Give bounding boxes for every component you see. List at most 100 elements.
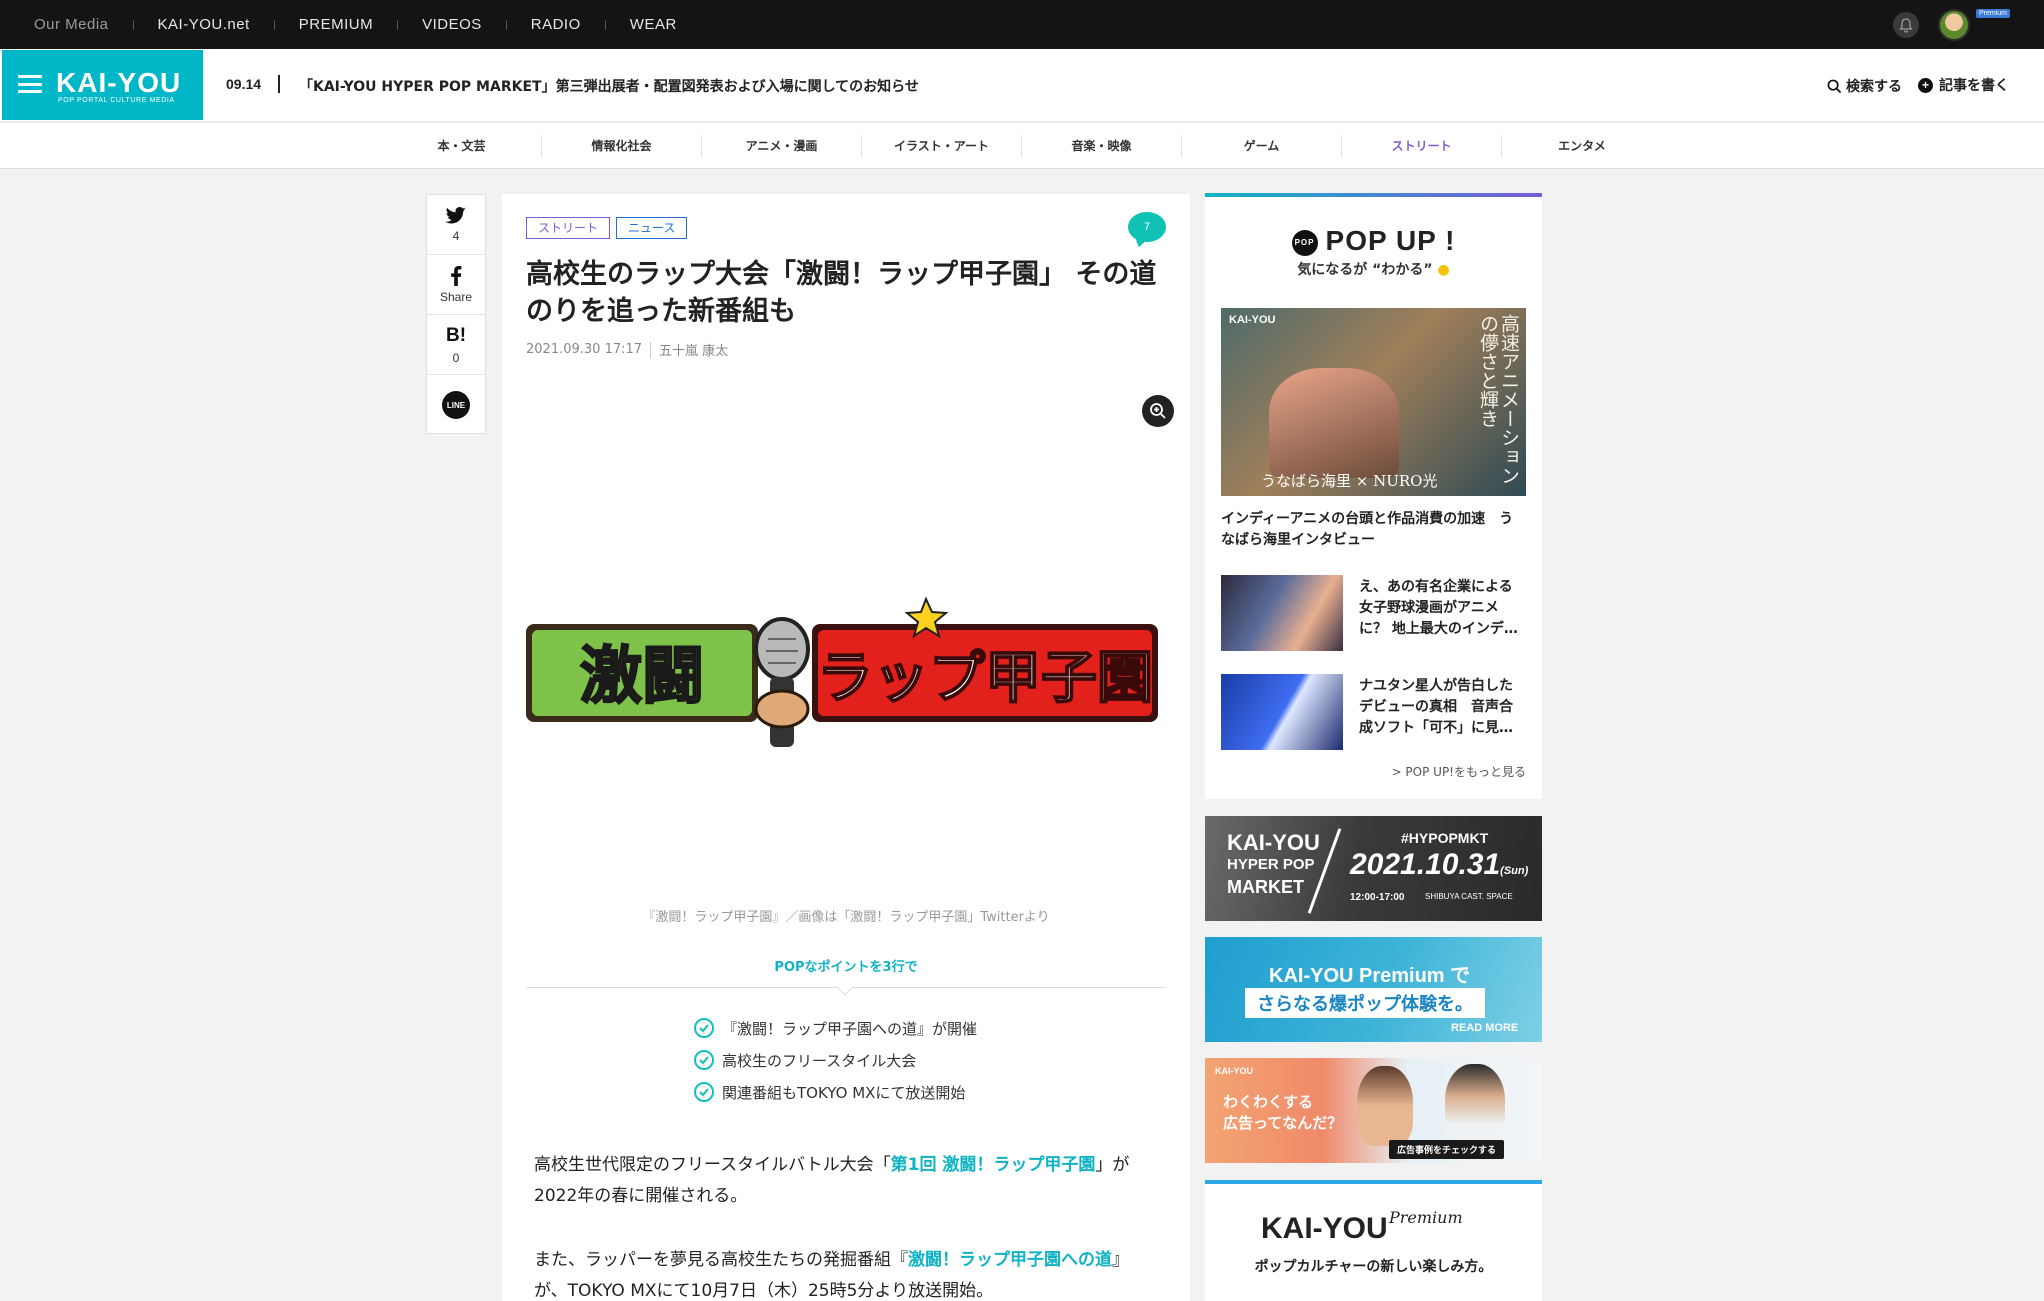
line-icon: LINE <box>442 391 470 419</box>
hero-image: 激闘 ラップ甲子園 <box>526 596 1158 747</box>
list-item: 高校生のフリースタイル大会 <box>694 1044 977 1076</box>
hyper-pop-market-banner[interactable]: KAI-YOU HYPER POP MARKET #HYPOPMKT 2021.… <box>1205 816 1542 921</box>
event-link[interactable]: 第1回 激闘！ラップ甲子園 <box>891 1155 1096 1175</box>
point-text: 関連番組もTOKYO MXにて放送開始 <box>722 1083 966 1102</box>
feature-brand: KAI-YOU <box>1229 314 1276 326</box>
divider <box>604 19 606 30</box>
popup-title: POP POP UP ! <box>1205 225 1542 257</box>
article-author[interactable]: 五十嵐 康太 <box>659 340 728 359</box>
category-tab-entertainment[interactable]: エンタメ <box>1502 135 1662 157</box>
topbar-link-videos[interactable]: VIDEOS <box>422 16 482 33</box>
feature-title-link[interactable]: インディーアニメの台頭と作品消費の加速 うなばら海里インタビュー <box>1221 509 1526 551</box>
points-heading: POPなポイントを3行で <box>774 960 918 975</box>
topbar-link-premium[interactable]: PREMIUM <box>299 16 373 33</box>
premium-badge: Premium <box>1976 9 2011 18</box>
lightbulb-icon: ● <box>1437 262 1450 278</box>
line-share-button[interactable]: LINE <box>427 375 485 435</box>
tag-news[interactable]: ニュース <box>616 217 688 239</box>
zoom-in-icon[interactable] <box>1142 395 1174 427</box>
program-link[interactable]: 激闘！ラップ甲子園への道 <box>908 1250 1112 1270</box>
banner1-logo: KAI-YOU HYPER POP MARKET <box>1227 832 1320 898</box>
search-button[interactable]: 検索する <box>1827 76 1902 96</box>
banner2-title: KAI-YOU Premium で <box>1269 965 1471 987</box>
banner3-brand: KAI-YOU <box>1215 1066 1253 1076</box>
divider <box>650 341 652 358</box>
article-card: ストリート ニュース 7 高校生のラップ大会「激闘！ラップ甲子園」 その道のりを… <box>502 194 1190 1301</box>
thumbnail-image <box>1221 575 1343 651</box>
category-tab-information-society[interactable]: 情報化社会 <box>542 134 702 157</box>
divider <box>273 19 275 30</box>
ad-case-cta-button[interactable]: 広告事例をチェックする <box>1389 1140 1505 1159</box>
read-more-link[interactable]: READ MORE <box>1451 1022 1518 1034</box>
banner2-subtitle: さらなる爆ポップ体験を。 <box>1245 988 1485 1018</box>
ad-case-banner[interactable]: KAI-YOU わくわくする 広告ってなんだ？ 広告事例をチェックする <box>1205 1058 1542 1163</box>
article-meta: 2021.09.30 17:17 五十嵐 康太 <box>526 340 728 359</box>
premium-promo[interactable]: KAI-YOU Premium ポップカルチャーの新しい楽しみ方。 <box>1205 1180 1542 1301</box>
kai-you-premium-banner[interactable]: KAI-YOU Premium で さらなる爆ポップ体験を。 READ MORE <box>1205 937 1542 1042</box>
site-header: KAI-YOU POP PORTAL CULTURE MEDIA 09.14 「… <box>0 49 2044 122</box>
topbar-link-kaiyou-net[interactable]: KAI-YOU.net <box>158 16 250 33</box>
popup-subtitle: 気になるが “わかる” ● <box>1205 259 1542 279</box>
divider-notch <box>836 978 854 996</box>
hamburger-menu-icon[interactable] <box>18 75 42 93</box>
notification-bell-icon[interactable] <box>1893 12 1919 38</box>
category-tab-street[interactable]: ストリート <box>1342 134 1502 157</box>
category-tab-anime-manga[interactable]: アニメ・漫画 <box>702 134 862 157</box>
banner1-title-top: KAI-YOU <box>1227 830 1320 855</box>
point-text: 高校生のフリースタイル大会 <box>722 1051 917 1070</box>
list-item: 関連番組もTOKYO MXにて放送開始 <box>694 1076 977 1108</box>
article-title: 高校生のラップ大会「激闘！ラップ甲子園」 その道のりを追った新番組も <box>526 259 1157 327</box>
popup-title-text: POP UP ! <box>1325 225 1456 256</box>
news-ticker-link[interactable]: 「KAI-YOU HYPER POP MARKET」第三弾出展者・配置図発表およ… <box>299 76 919 96</box>
site-logo[interactable]: KAI-YOU POP PORTAL CULTURE MEDIA <box>2 50 203 120</box>
point-text: 『激闘！ラップ甲子園への道』が開催 <box>722 1019 978 1038</box>
twitter-count: 4 <box>452 228 460 243</box>
hero-logo-right: ラップ甲子園 <box>812 596 1158 722</box>
topbar-link-radio[interactable]: RADIO <box>531 16 581 33</box>
list-item: 『激闘！ラップ甲子園への道』が開催 <box>694 1012 977 1044</box>
banner1-title-mid: HYPER POP <box>1227 856 1315 873</box>
premium-tagline: ポップカルチャーの新しい楽しみ方。 <box>1254 1259 1493 1275</box>
news-date: 09.14 <box>226 76 262 92</box>
thumbnail-image <box>1221 674 1343 750</box>
check-icon <box>694 1082 714 1102</box>
person-image <box>1357 1066 1413 1146</box>
banner3-copy: わくわくする 広告ってなんだ？ <box>1223 1092 1342 1134</box>
image-caption: 『激闘！ラップ甲子園』／画像は「激闘！ラップ甲子園」Twitterより <box>642 910 1050 925</box>
hatena-count: 0 <box>452 350 460 365</box>
tag-street[interactable]: ストリート <box>526 217 611 239</box>
list-item[interactable]: ナユタン星人が告白したデビューの真相 音声合成ソフト「可不」に見… <box>1221 674 1526 750</box>
category-tab-music-video[interactable]: 音楽・映像 <box>1022 134 1182 157</box>
divider <box>505 19 507 30</box>
topbar-link-wear[interactable]: WEAR <box>630 16 677 33</box>
hero-logo-left: 激闘 <box>526 624 758 722</box>
write-label: 記事を書く <box>1939 78 2009 94</box>
divider <box>132 19 134 30</box>
top-media-bar: Our Media KAI-YOU.net PREMIUM VIDEOS RAD… <box>0 0 2044 49</box>
pop-badge-icon: POP <box>1291 229 1318 256</box>
facebook-share-button[interactable]: Share <box>427 255 485 315</box>
feature-illustration <box>1269 368 1399 478</box>
category-tab-game[interactable]: ゲーム <box>1182 134 1342 157</box>
popup-widget: POP POP UP ! 気になるが “わかる” ● KAI-YOU 高速アニメー… <box>1205 193 1542 799</box>
category-tab-illust-art[interactable]: イラスト・アート <box>862 134 1022 157</box>
feature-vertical-title: 高速アニメーションの儚さと輝き <box>1477 314 1520 485</box>
list-item[interactable]: え、あの有名企業による女子野球漫画がアニメに？ 地上最大のインデ… <box>1221 575 1526 651</box>
article-tags: ストリート ニュース <box>526 217 688 239</box>
feature-image[interactable]: KAI-YOU 高速アニメーションの儚さと輝き うなばら海里 × NURO光 <box>1221 308 1526 496</box>
popup-more-link[interactable]: > POP UP!をもっと見る <box>1392 763 1526 780</box>
hatena-bookmark-button[interactable]: B! 0 <box>427 315 485 375</box>
banner1-date: 2021.10.31(Sun) <box>1350 848 1528 882</box>
article-date: 2021.09.30 17:17 <box>526 342 643 357</box>
search-label: 検索する <box>1846 79 1902 95</box>
twitter-share-button[interactable]: 4 <box>427 195 485 255</box>
hero-logo-right-text: ラップ甲子園 <box>817 646 1153 711</box>
user-avatar[interactable] <box>1938 9 1970 41</box>
banner1-venue: SHIBUYA CAST. SPACE <box>1425 892 1513 901</box>
banner1-title-bot: MARKET <box>1227 877 1304 897</box>
write-article-button[interactable]: + 記事を書く <box>1918 75 2009 95</box>
search-icon <box>1827 79 1842 93</box>
comment-count-bubble[interactable]: 7 <box>1128 212 1166 242</box>
divider <box>397 19 399 30</box>
category-tab-books[interactable]: 本・文芸 <box>382 134 542 157</box>
